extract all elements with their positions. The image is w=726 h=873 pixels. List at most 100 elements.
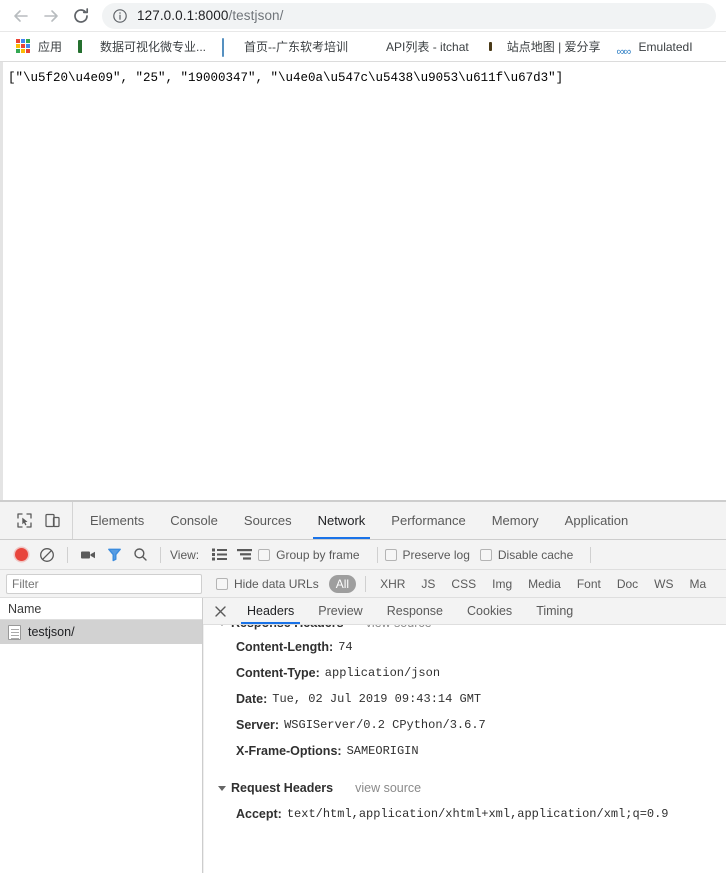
- toolbar-separator: [376, 546, 378, 563]
- header-row-accept: Accept: text/html,application/xhtml+xml,…: [212, 801, 726, 827]
- toolbar-separator: [67, 546, 68, 563]
- request-name: testjson/: [28, 625, 75, 639]
- network-body: Name testjson/ Headers Preview Response: [0, 598, 726, 873]
- header-name: Content-Type:: [236, 666, 320, 680]
- network-filter-bar: Hide data URLs All XHR JS CSS Img Media …: [0, 570, 726, 598]
- chevron-down-icon[interactable]: [218, 625, 226, 626]
- view-source-link[interactable]: view source: [366, 625, 432, 630]
- response-headers-section[interactable]: Response Headers view source: [212, 625, 726, 634]
- headers-pane: Response Headers view source Content-Len…: [203, 625, 726, 873]
- disable-cache-checkbox[interactable]: Disable cache: [479, 548, 573, 562]
- devtools-tabs: Elements Console Sources Network Perform…: [73, 502, 641, 539]
- detail-tab-response[interactable]: Response: [375, 598, 455, 624]
- tab-network[interactable]: Network: [305, 502, 379, 539]
- request-list-column-header[interactable]: Name: [0, 598, 202, 620]
- filter-type-media[interactable]: Media: [521, 575, 568, 593]
- section-title: Request Headers: [231, 780, 334, 795]
- toolbar-separator: [160, 546, 161, 563]
- site-info-icon[interactable]: [112, 8, 128, 24]
- header-row-x-frame-options: X-Frame-Options: SAMEORIGIN: [212, 738, 726, 764]
- blue-square-icon: [222, 37, 238, 57]
- filter-type-doc[interactable]: Doc: [610, 575, 645, 593]
- filter-type-xhr[interactable]: XHR: [373, 575, 412, 593]
- list-view-icon[interactable]: [206, 543, 232, 567]
- detail-tab-cookies[interactable]: Cookies: [455, 598, 524, 624]
- header-name: X-Frame-Options:: [236, 744, 342, 758]
- filter-type-ws[interactable]: WS: [647, 575, 680, 593]
- request-rows: testjson/: [0, 620, 202, 873]
- bookmark-label: 站点地图 | 爱分享: [506, 40, 601, 54]
- clear-button[interactable]: [34, 543, 60, 567]
- reload-button[interactable]: [66, 2, 96, 30]
- header-value: Tue, 02 Jul 2019 09:43:14 GMT: [272, 692, 482, 706]
- filter-type-img[interactable]: Img: [485, 575, 519, 593]
- tab-console[interactable]: Console: [157, 502, 231, 539]
- detail-tab-headers[interactable]: Headers: [235, 598, 306, 624]
- header-name: Accept:: [236, 807, 282, 821]
- request-headers-section[interactable]: Request Headers view source: [218, 776, 726, 799]
- forward-button[interactable]: [36, 2, 66, 30]
- tab-sources[interactable]: Sources: [231, 502, 305, 539]
- header-row-content-type: Content-Type: application/json: [212, 660, 726, 686]
- page-left-edge: [0, 62, 3, 500]
- detail-tab-label: Cookies: [467, 604, 513, 618]
- filter-type-css[interactable]: CSS: [444, 575, 483, 593]
- bookmark-datavis[interactable]: 数据可视化微专业...: [72, 35, 212, 59]
- bookmark-itchat-api[interactable]: API列表 - itchat: [358, 35, 475, 59]
- header-name: Date:: [236, 692, 268, 706]
- detail-tab-preview[interactable]: Preview: [306, 598, 374, 624]
- page-json-text: ["\u5f20\u4e09", "25", "19000347", "\u4e…: [8, 71, 564, 85]
- bookmark-ruankao[interactable]: 首页--广东软考培训: [216, 35, 354, 59]
- tab-performance[interactable]: Performance: [378, 502, 478, 539]
- inspect-element-icon[interactable]: [10, 508, 38, 534]
- group-by-frame-checkbox[interactable]: Group by frame: [258, 548, 360, 562]
- view-source-link[interactable]: view source: [355, 781, 421, 795]
- detail-tabstrip: Headers Preview Response Cookies Timing: [203, 598, 726, 625]
- header-value: application/json: [324, 666, 441, 680]
- checkbox-box: [479, 548, 492, 561]
- filter-type-all[interactable]: All: [328, 574, 357, 593]
- section-title: Response Headers: [231, 625, 344, 630]
- tab-label: Network: [317, 513, 366, 528]
- bookmark-label: API列表 - itchat: [386, 40, 469, 54]
- filter-toggle-icon[interactable]: [101, 543, 127, 567]
- request-list: Name testjson/: [0, 598, 203, 873]
- back-button[interactable]: [6, 2, 36, 30]
- tab-elements[interactable]: Elements: [77, 502, 157, 539]
- tab-label: Memory: [491, 513, 539, 528]
- waterfall-view-icon[interactable]: [232, 543, 258, 567]
- hide-data-urls-checkbox[interactable]: Hide data URLs: [216, 577, 319, 591]
- record-button[interactable]: [8, 543, 34, 567]
- close-icon[interactable]: [209, 600, 231, 622]
- search-icon[interactable]: [127, 543, 153, 567]
- filter-input[interactable]: [6, 573, 202, 594]
- preserve-log-checkbox[interactable]: Preserve log: [384, 547, 470, 562]
- filter-type-js[interactable]: JS: [414, 575, 442, 593]
- detail-tab-label: Timing: [536, 604, 574, 618]
- request-detail-pane: Headers Preview Response Cookies Timing …: [203, 598, 726, 873]
- checkbox-box: [258, 548, 271, 561]
- capture-screenshots-icon[interactable]: [75, 543, 101, 567]
- checkbox-label: Preserve log: [402, 547, 470, 562]
- tab-label: Sources: [243, 513, 292, 528]
- address-bar[interactable]: 127.0.0.1:8000/testjson/: [102, 2, 716, 29]
- detail-tab-label: Preview: [318, 604, 363, 618]
- header-name: Server:: [236, 718, 280, 732]
- chevron-down-icon[interactable]: [218, 786, 226, 791]
- bookmarks-bar: 应用 数据可视化微专业... 首页--广东软考培训 API列表 - itchat…: [0, 32, 726, 62]
- devtools-tool-icons: [0, 502, 73, 539]
- detail-tab-timing[interactable]: Timing: [524, 598, 585, 624]
- bookmark-emulated[interactable]: ∞∞ EmulatedI: [611, 35, 699, 59]
- bookmark-sitemap[interactable]: 站点地图 | 爱分享: [479, 35, 607, 59]
- filter-type-manifest[interactable]: Ma: [683, 575, 714, 593]
- device-toolbar-icon[interactable]: [38, 508, 66, 534]
- checkbox-box: [216, 577, 228, 590]
- response-headers-title-row: Response Headers view source: [218, 625, 726, 634]
- tab-application[interactable]: Application: [552, 502, 642, 539]
- request-row-testjson[interactable]: testjson/: [0, 620, 202, 644]
- header-value: WSGIServer/0.2 CPython/3.6.7: [284, 718, 486, 732]
- green-book-icon: [78, 39, 94, 55]
- filter-type-font[interactable]: Font: [570, 575, 608, 593]
- tab-memory[interactable]: Memory: [479, 502, 552, 539]
- bookmark-apps[interactable]: 应用: [10, 35, 68, 59]
